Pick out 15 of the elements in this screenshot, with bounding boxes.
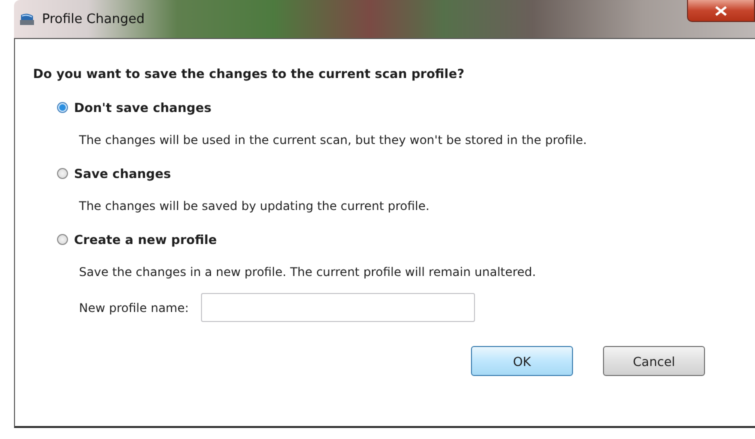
radio-option[interactable]: Don't save changes [57,100,755,115]
field-label: New profile name: [79,300,189,314]
scanner-icon [18,11,36,27]
close-button[interactable] [687,0,755,22]
window-title: Profile Changed [42,12,145,26]
radio-option[interactable]: Save changes [57,166,755,181]
radio-option[interactable]: Create a new profile [57,232,755,247]
option-description: The changes will be saved by updating the current profile. [79,199,430,213]
option-description: Save the changes in a new profile. The current profile will remain unaltered. [79,265,537,279]
option-description: The changes will be used in the current scan, but they won't be stored in the profile. [79,133,588,147]
cancel-button[interactable]: Cancel [603,346,705,376]
close-icon [715,6,727,16]
question-text: Do you want to save the changes to the current scan profile? [33,66,466,81]
profile-name-field[interactable] [200,293,475,322]
ok-button[interactable]: OK [471,346,573,376]
